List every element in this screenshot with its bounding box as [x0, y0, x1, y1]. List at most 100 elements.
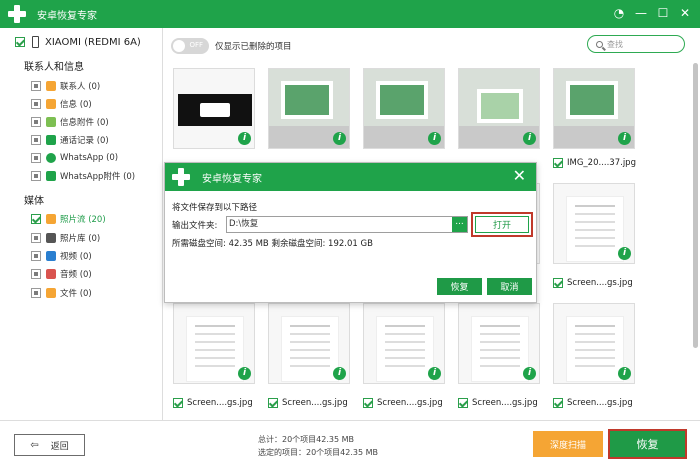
message-attachments-checkbox[interactable]: [31, 117, 41, 127]
sidebar-item-photo-stream[interactable]: 照片流 (20): [31, 211, 106, 227]
sidebar-item-photo-library[interactable]: 照片库 (0): [31, 230, 100, 246]
sidebar-item-call-log[interactable]: 通话记录 (0): [31, 132, 109, 148]
photo-stream-checkbox[interactable]: [31, 214, 41, 224]
sidebar-item-whatsapp-attachments[interactable]: WhatsApp附件 (0): [31, 168, 135, 184]
info-icon[interactable]: i: [238, 132, 251, 145]
media-tile[interactable]: i: [458, 303, 540, 384]
search-input[interactable]: 查找: [587, 35, 685, 53]
tile-checkbox[interactable]: [553, 398, 563, 408]
info-icon[interactable]: i: [523, 132, 536, 145]
photo-library-icon: [46, 233, 56, 243]
photo-library-checkbox[interactable]: [31, 233, 41, 243]
media-tile[interactable]: i: [173, 303, 255, 384]
tile-label[interactable]: Screen....gs.jpg: [268, 398, 348, 408]
sidebar-item-audio[interactable]: 音频 (0): [31, 266, 92, 282]
tile-filename: Screen....gs.jpg: [567, 398, 633, 408]
sidebar-item-contacts[interactable]: 联系人 (0): [31, 78, 100, 94]
call-log-checkbox[interactable]: [31, 135, 41, 145]
messages-icon: [46, 99, 56, 109]
tile-checkbox[interactable]: [458, 398, 468, 408]
close-button[interactable]: ✕: [676, 4, 694, 22]
dialog-recover-button[interactable]: 恢复: [437, 278, 482, 295]
feedback-icon[interactable]: ◔: [610, 4, 628, 22]
back-button[interactable]: ⇦ 返回: [14, 434, 85, 456]
tile-filename: IMG_20....37.jpg: [567, 158, 636, 168]
recover-button[interactable]: 恢复: [608, 429, 687, 459]
info-icon[interactable]: i: [618, 367, 631, 380]
device-checkbox[interactable]: [15, 37, 25, 47]
tile-thumbnail: [566, 316, 624, 382]
media-tile[interactable]: i: [458, 68, 540, 149]
media-tile[interactable]: i: [553, 183, 635, 264]
device-row[interactable]: XIAOMI (REDMI 6A): [15, 36, 141, 48]
info-icon[interactable]: i: [428, 132, 441, 145]
tile-label[interactable]: Screen....gs.jpg: [173, 398, 253, 408]
sidebar-item-label: WhatsApp附件 (0): [60, 172, 136, 182]
open-folder-button[interactable]: 打开: [471, 212, 533, 237]
sidebar-item-label: 照片库 (0): [60, 234, 101, 244]
files-icon: [46, 288, 56, 298]
minimize-button[interactable]: —: [632, 4, 650, 22]
tile-label[interactable]: Screen....gs.jpg: [553, 278, 633, 288]
tile-checkbox[interactable]: [173, 398, 183, 408]
sidebar-item-messages[interactable]: 信息 (0): [31, 96, 92, 112]
info-icon[interactable]: i: [333, 367, 346, 380]
whatsapp-attachments-icon: [46, 171, 56, 181]
info-icon[interactable]: i: [618, 132, 631, 145]
audio-checkbox[interactable]: [31, 269, 41, 279]
tile-label[interactable]: IMG_20....37.jpg: [553, 158, 636, 168]
sidebar-item-video[interactable]: 视频 (0): [31, 248, 92, 264]
contacts-checkbox[interactable]: [31, 81, 41, 91]
tile-checkbox[interactable]: [553, 278, 563, 288]
deleted-only-toggle[interactable]: OFF: [171, 38, 209, 54]
sidebar-item-whatsapp[interactable]: WhatsApp (0): [31, 150, 118, 166]
tile-label[interactable]: Screen....gs.jpg: [553, 398, 633, 408]
whatsapp-attachments-checkbox[interactable]: [31, 171, 41, 181]
sidebar-item-message-attachments[interactable]: 信息附件 (0): [31, 114, 109, 130]
totals-info: 总计：20个项目42.35 MB 选定的项目：20个项目42.35 MB: [258, 433, 448, 459]
media-tile[interactable]: i: [268, 68, 350, 149]
app-logo-icon: [7, 4, 27, 24]
dialog-cancel-button[interactable]: 取消: [487, 278, 532, 295]
scrollbar-thumb[interactable]: [693, 63, 698, 348]
messages-checkbox[interactable]: [31, 99, 41, 109]
info-icon[interactable]: i: [523, 367, 536, 380]
tile-checkbox[interactable]: [553, 158, 563, 168]
sidebar-item-label: 信息 (0): [60, 100, 92, 110]
media-tile[interactable]: i: [173, 68, 255, 149]
browse-button[interactable]: ...: [452, 217, 467, 232]
info-icon[interactable]: i: [238, 367, 251, 380]
dialog-title-bar: 安卓恢复专家 ✕: [165, 163, 536, 191]
tile-thumbnail: [471, 316, 529, 382]
media-tile[interactable]: i: [553, 68, 635, 149]
output-path-field[interactable]: D:\恢复: [226, 216, 468, 233]
footer: ⇦ 返回 总计：20个项目42.35 MB 选定的项目：20个项目42.35 M…: [0, 420, 700, 468]
sidebar-item-files[interactable]: 文件 (0): [31, 285, 92, 301]
deep-scan-button[interactable]: 深度扫描: [533, 431, 603, 457]
info-icon[interactable]: i: [428, 367, 441, 380]
files-checkbox[interactable]: [31, 288, 41, 298]
media-tile[interactable]: i: [268, 303, 350, 384]
tile-label[interactable]: Screen....gs.jpg: [458, 398, 538, 408]
photo-stream-icon: [46, 214, 56, 224]
dialog-prompt: 将文件保存到以下路径: [172, 203, 258, 213]
dialog-title: 安卓恢复专家: [202, 173, 262, 185]
sidebar-item-label: 文件 (0): [60, 289, 92, 299]
tile-checkbox[interactable]: [268, 398, 278, 408]
whatsapp-checkbox[interactable]: [31, 153, 41, 163]
scrollbar[interactable]: [693, 63, 698, 348]
tile-checkbox[interactable]: [363, 398, 373, 408]
media-tile[interactable]: i: [363, 68, 445, 149]
video-icon: [46, 251, 56, 261]
media-tile[interactable]: i: [553, 303, 635, 384]
dialog-close-button[interactable]: ✕: [513, 168, 526, 184]
info-icon[interactable]: i: [618, 247, 631, 260]
video-checkbox[interactable]: [31, 251, 41, 261]
tile-thumbnail: [376, 316, 434, 382]
sidebar-item-label: 通话记录 (0): [60, 136, 109, 146]
sidebar-item-label: 照片流 (20): [60, 215, 106, 225]
info-icon[interactable]: i: [333, 132, 346, 145]
maximize-button[interactable]: ☐: [654, 4, 672, 22]
tile-label[interactable]: Screen....gs.jpg: [363, 398, 443, 408]
media-tile[interactable]: i: [363, 303, 445, 384]
